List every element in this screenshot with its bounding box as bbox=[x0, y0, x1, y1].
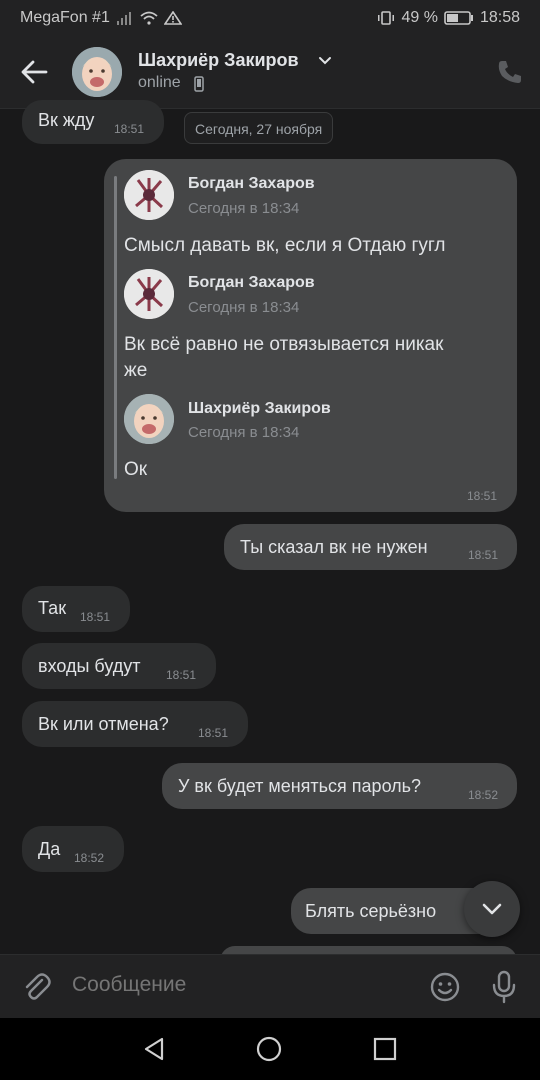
forward-date: Сегодня в 18:34 bbox=[188, 424, 300, 441]
forward-quote-bar bbox=[114, 176, 117, 479]
microphone-icon[interactable] bbox=[490, 970, 518, 1004]
author-avatar[interactable] bbox=[124, 170, 174, 220]
message-text: Ты сказал вк не нужен bbox=[240, 537, 428, 557]
message-incoming[interactable]: Вк жду 18:51 bbox=[22, 100, 164, 144]
forward-text-line: Вк всё равно не отвязывается никак bbox=[124, 334, 444, 355]
nav-recents-icon[interactable] bbox=[372, 1036, 398, 1062]
message-time: 18:51 bbox=[198, 726, 229, 740]
message-text: Вк или отмена? bbox=[38, 714, 169, 734]
forward-date: Сегодня в 18:34 bbox=[188, 200, 300, 217]
message-time: 18:51 bbox=[114, 122, 145, 136]
message-incoming[interactable]: Вк или отмена? 18:51 bbox=[22, 701, 248, 747]
carrier-label: MegaFon #1 bbox=[20, 9, 110, 26]
message-text: Да bbox=[38, 839, 61, 859]
nav-back-icon[interactable] bbox=[142, 1036, 168, 1062]
forward-text-line: же bbox=[124, 360, 148, 381]
contact-name[interactable]: Шахриёр Закиров bbox=[138, 50, 299, 71]
message-outgoing[interactable]: Ты сказал вк не нужен 18:51 bbox=[224, 524, 517, 570]
message-outgoing[interactable]: У вк будет меняться пароль? 18:52 bbox=[162, 763, 517, 809]
battery-percent: 49 % bbox=[401, 9, 438, 26]
chevron-down-icon bbox=[482, 903, 502, 915]
author-name[interactable]: Богдан Захаров bbox=[188, 175, 315, 193]
message-text: У вк будет меняться пароль? bbox=[178, 776, 422, 796]
mobile-phone-icon bbox=[194, 76, 204, 92]
message-incoming[interactable]: Так 18:51 bbox=[22, 586, 130, 632]
signal-icon bbox=[116, 12, 131, 25]
author-name[interactable]: Шахриёр Закиров bbox=[188, 400, 331, 418]
contact-avatar[interactable] bbox=[72, 47, 122, 97]
emoji-icon[interactable] bbox=[429, 971, 461, 1003]
forward-text: Ок bbox=[124, 459, 148, 480]
message-incoming[interactable]: входы будут 18:51 bbox=[22, 643, 216, 689]
date-separator: Сегодня, 27 ноября bbox=[184, 112, 334, 144]
author-avatar[interactable] bbox=[124, 269, 174, 319]
author-avatar[interactable] bbox=[124, 394, 174, 444]
chevron-down-icon[interactable] bbox=[318, 56, 332, 66]
message-incoming[interactable]: Да 18:52 bbox=[22, 826, 124, 872]
vibrate-icon bbox=[378, 11, 395, 25]
message-text: Вк жду bbox=[38, 110, 95, 130]
message-input[interactable] bbox=[72, 973, 402, 997]
message-time: 18:51 bbox=[80, 610, 111, 624]
chat-header: Шахриёр Закиров online bbox=[0, 36, 540, 109]
message-text: Блять серьёзно bbox=[305, 901, 437, 921]
paperclip-icon[interactable] bbox=[20, 971, 52, 1003]
forward-date: Сегодня в 18:34 bbox=[188, 299, 300, 316]
battery-icon bbox=[444, 11, 473, 25]
message-time: 18:51 bbox=[166, 668, 197, 682]
forward-text: Смысл давать вк, если я Отдаю гугл bbox=[124, 235, 446, 256]
message-composer bbox=[0, 954, 540, 1019]
nav-home-icon[interactable] bbox=[256, 1036, 282, 1062]
message-time: 18:52 bbox=[74, 851, 105, 865]
contact-status: online bbox=[138, 74, 181, 91]
message-text: входы будут bbox=[38, 656, 141, 676]
message-time: 18:51 bbox=[468, 548, 499, 562]
wifi-icon bbox=[140, 11, 158, 25]
system-navigation-bar bbox=[0, 1018, 540, 1080]
message-time: 18:52 bbox=[468, 788, 499, 802]
message-text: Так bbox=[38, 598, 67, 618]
clock: 18:58 bbox=[479, 9, 520, 26]
message-time: 18:51 bbox=[467, 489, 498, 503]
warning-icon bbox=[163, 11, 182, 25]
scroll-to-bottom-button[interactable] bbox=[464, 881, 520, 937]
author-name[interactable]: Богдан Захаров bbox=[188, 274, 315, 292]
status-bar: MegaFon #1 49 % 18:58 bbox=[0, 0, 540, 36]
back-arrow-icon[interactable] bbox=[18, 56, 52, 88]
phone-call-icon[interactable] bbox=[496, 58, 524, 86]
